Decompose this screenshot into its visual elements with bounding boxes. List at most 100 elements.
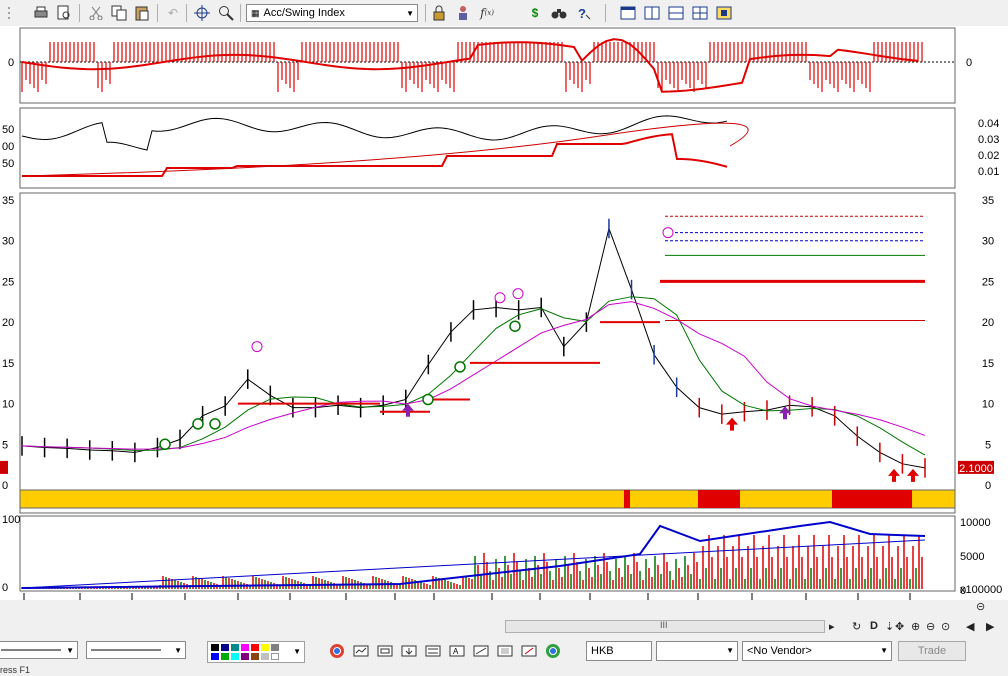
price-left-tick: 25 [2, 276, 14, 288]
line-width-select[interactable]: ▼ [86, 641, 186, 659]
tool-rect-icon[interactable] [376, 642, 394, 660]
color-swatch[interactable] [211, 644, 219, 651]
tool-copy-icon[interactable] [496, 642, 514, 660]
tool-line-icon[interactable] [352, 642, 370, 660]
separator [186, 4, 187, 22]
price-line [21, 226, 926, 469]
year-band [19, 489, 956, 509]
price-left-tick: 0 [2, 480, 8, 492]
zoom-icon[interactable] [217, 4, 235, 22]
help-icon[interactable]: ? [575, 4, 593, 22]
zoom-in-icon[interactable]: ⊕ [911, 620, 920, 633]
fit-icon[interactable]: ✥ [895, 620, 904, 633]
price-left-tick: 5 [2, 439, 8, 451]
up-arrow-marker [907, 468, 919, 482]
price-right-tick: 35 [982, 195, 994, 207]
scroll-right-end-icon[interactable]: ▶ [986, 620, 994, 633]
layout2-icon[interactable] [643, 4, 661, 22]
price-right-tick: 0 [985, 480, 991, 492]
secondary-left-tick: 50 [2, 124, 14, 136]
tool-arrow-icon[interactable] [400, 642, 418, 660]
color-swatch[interactable] [231, 653, 239, 660]
color-swatch[interactable] [271, 653, 279, 660]
up-arrow-marker [402, 403, 414, 417]
band-segment [624, 490, 630, 508]
layout4-icon[interactable] [691, 4, 709, 22]
signal-circle [509, 320, 521, 332]
chart-canvas[interactable]: 0 00.040.030.020.015000503530252015105035… [0, 26, 1008, 613]
trade-button[interactable]: Trade [898, 641, 966, 661]
price-left-tick: 30 [2, 236, 14, 248]
dollar-icon[interactable]: $ [526, 4, 544, 22]
color-swatch[interactable] [221, 653, 229, 660]
layout5-icon[interactable] [715, 4, 733, 22]
layout1-icon[interactable] [619, 4, 637, 22]
color-swatch[interactable] [231, 644, 239, 651]
period-down-icon[interactable]: ⇣ [885, 620, 894, 633]
smiley-marker [512, 288, 524, 300]
secondary-red-line [22, 133, 728, 177]
copy-icon[interactable] [110, 4, 128, 22]
secondary-left-tick: 00 [2, 141, 14, 153]
reset-zoom-icon[interactable]: ⊙ [941, 620, 950, 633]
price-panel[interactable] [19, 192, 956, 514]
color-swatch[interactable] [241, 644, 249, 651]
daily-period-icon[interactable]: D [870, 620, 878, 632]
price-right-tick: 20 [982, 317, 994, 329]
cut-icon[interactable] [87, 4, 105, 22]
chart-area[interactable]: 0 0 0.04 0.03 0.02 0.01 50 00 50 35 30 25 20 15 10 5 0 35… [0, 26, 1008, 613]
signal-circle [192, 418, 204, 430]
price-right-tick: 5 [985, 439, 991, 451]
horizontal-scrollbar[interactable]: III [505, 620, 825, 633]
last-price-label: 2.1000 [959, 463, 993, 475]
svg-text:?: ? [578, 6, 586, 21]
color-swatch[interactable] [251, 644, 259, 651]
scroll-grip[interactable]: III [660, 620, 668, 630]
preview-icon[interactable] [55, 4, 73, 22]
volume-right-tick: 10000 [960, 517, 991, 529]
scroll-left-icon[interactable]: ◀ [966, 620, 974, 633]
market-select[interactable]: ▼ [656, 641, 738, 661]
toolbar-grip [2, 4, 20, 22]
tool-fib-icon[interactable] [424, 642, 442, 660]
crosshair-icon[interactable] [193, 4, 211, 22]
symbol-field[interactable]: HKB [586, 641, 652, 661]
tool-channel-icon[interactable] [472, 642, 490, 660]
layout3-icon[interactable] [667, 4, 685, 22]
indicator-select[interactable]: ▦ Acc/Swing Index ▼ [246, 4, 418, 22]
zoom-out-icon[interactable]: ⊖ [926, 620, 935, 633]
color-swatch[interactable] [251, 653, 259, 660]
person-icon[interactable] [454, 4, 472, 22]
chevron-down-icon: ▼ [880, 646, 888, 655]
browser2-icon[interactable] [544, 642, 562, 660]
undo-icon[interactable]: ↶ [164, 4, 182, 22]
function-icon[interactable]: f (x) [478, 4, 496, 22]
tool-text-icon[interactable]: A [448, 642, 466, 660]
scroll-right-icon[interactable]: ▸ [829, 620, 835, 633]
tool-edit-icon[interactable] [520, 642, 538, 660]
price-right-tick: 15 [982, 358, 994, 370]
color-palette[interactable]: ▼ [207, 641, 305, 663]
up-arrow-marker [726, 417, 738, 431]
status-bar: ress F1 [0, 665, 1008, 676]
browser-icon[interactable] [328, 642, 346, 660]
print-icon[interactable] [32, 4, 50, 22]
line-style-select[interactable]: ▼ [0, 641, 78, 659]
color-swatch[interactable] [221, 644, 229, 651]
zoom-fit-icon[interactable]: ⊝ [976, 600, 985, 613]
color-swatch[interactable] [241, 653, 249, 660]
paste-icon[interactable] [133, 4, 151, 22]
binoculars-icon[interactable] [550, 4, 568, 22]
lock-icon[interactable] [430, 4, 448, 22]
refresh-icon[interactable]: ↻ [852, 620, 861, 633]
vendor-select[interactable]: <No Vendor> ▼ [742, 641, 892, 661]
acc-swing-panel[interactable] [19, 27, 956, 104]
indicator-icon: ▦ [251, 7, 260, 18]
color-swatch[interactable] [211, 653, 219, 660]
volume-left-tick: 100 [2, 514, 20, 526]
color-swatch[interactable] [271, 644, 279, 651]
secondary-right-tick: 0.03 [978, 134, 999, 146]
color-swatch[interactable] [261, 644, 269, 651]
price-left-tick: 20 [2, 317, 14, 329]
color-swatch[interactable] [261, 653, 269, 660]
